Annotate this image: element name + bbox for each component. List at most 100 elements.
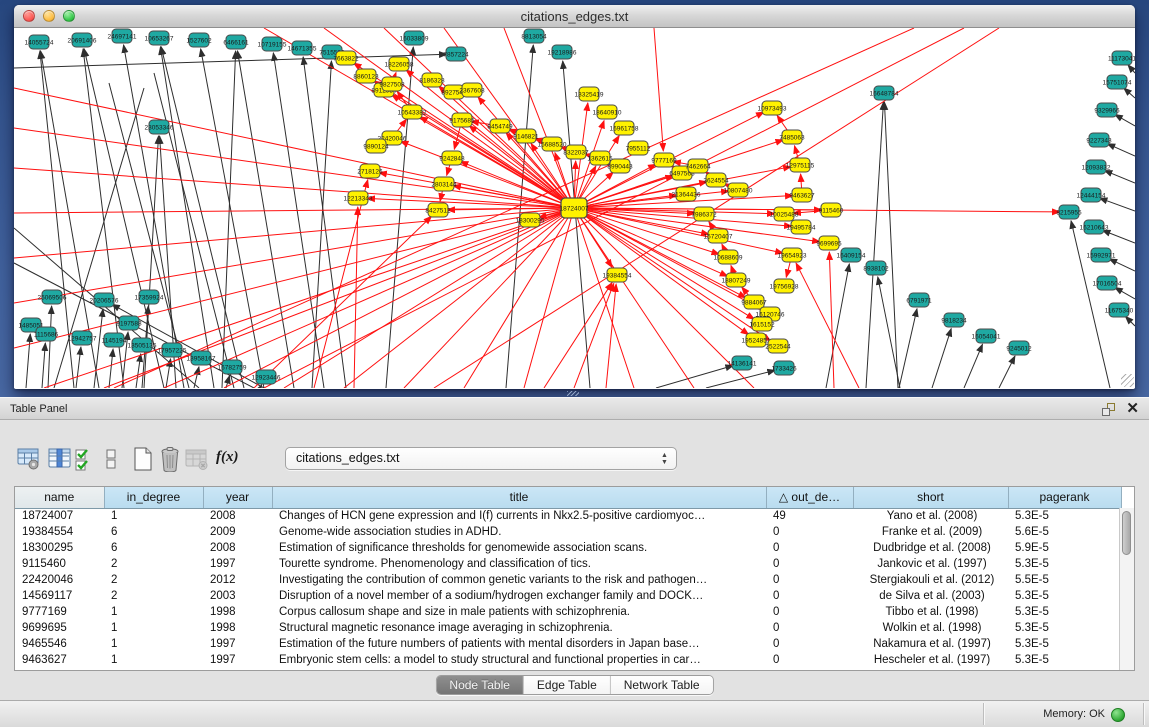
table-cell[interactable]: 1997 xyxy=(203,636,272,652)
table-cell[interactable]: 5.6E-5 xyxy=(1008,524,1121,540)
graph-edge[interactable] xyxy=(312,61,331,388)
table-row[interactable]: 1872400712008Changes of HCN gene express… xyxy=(15,508,1121,524)
graph-edge[interactable] xyxy=(464,208,574,388)
table-cell[interactable]: Changes of HCN gene expression and I(f) … xyxy=(272,508,766,524)
graph-node[interactable]: 7485063 xyxy=(779,130,805,144)
table-cell[interactable]: 0 xyxy=(766,540,853,556)
table-row[interactable]: 1830029562008Estimation of significance … xyxy=(15,540,1121,556)
table-cell[interactable]: 14569117 xyxy=(15,588,104,604)
graph-node[interactable]: 16961758 xyxy=(610,121,639,135)
graph-edge[interactable] xyxy=(1102,230,1135,243)
table-cell[interactable]: 5.3E-5 xyxy=(1008,588,1121,604)
graph-edge[interactable] xyxy=(273,53,324,388)
graph-node[interactable]: 10688609 xyxy=(714,250,743,264)
graph-edge[interactable] xyxy=(344,208,574,388)
graph-edge[interactable] xyxy=(14,208,574,348)
graph-node[interactable]: 14055724 xyxy=(25,35,54,49)
graph-edge[interactable] xyxy=(1109,259,1135,271)
graph-node[interactable]: 18724007 xyxy=(560,198,589,218)
graph-node[interactable]: 8186328 xyxy=(419,73,445,87)
table-cell[interactable]: 9115460 xyxy=(15,556,104,572)
graph-edge[interactable] xyxy=(1099,198,1135,211)
graph-node[interactable]: 19218986 xyxy=(548,45,577,59)
graph-node[interactable]: 9227343 xyxy=(1086,133,1112,147)
table-cell[interactable]: 0 xyxy=(766,572,853,588)
graph-node[interactable]: 7986372 xyxy=(691,207,717,221)
table-cell[interactable]: 9699695 xyxy=(15,620,104,636)
table-cell[interactable]: Genome-wide association studies in ADHD. xyxy=(272,524,766,540)
table-row[interactable]: 977716911998Corpus callosum shape and si… xyxy=(15,604,1121,620)
graph-node[interactable]: 10807480 xyxy=(724,183,753,197)
graph-node[interactable]: 13325419 xyxy=(575,87,604,101)
graph-node[interactable]: 19654923 xyxy=(778,248,807,262)
table-cell[interactable]: 5.5E-5 xyxy=(1008,572,1121,588)
graph-edge[interactable] xyxy=(656,366,733,388)
graph-edge[interactable] xyxy=(14,128,574,208)
graph-node[interactable]: 9777169 xyxy=(651,153,677,167)
graph-node[interactable]: 9329966 xyxy=(1094,103,1120,117)
table-cell[interactable]: Structural magnetic resonance image aver… xyxy=(272,620,766,636)
tab-network-table[interactable]: Network Table xyxy=(611,676,713,694)
table-cell[interactable]: 1 xyxy=(104,508,203,524)
graph-node[interactable]: 16054041 xyxy=(972,329,1001,343)
graph-node[interactable]: 8860123 xyxy=(353,69,379,83)
graph-node[interactable]: 9146821 xyxy=(513,129,539,143)
table-cell[interactable]: 6 xyxy=(104,524,203,540)
table-row[interactable]: 969969511998Structural magnetic resonanc… xyxy=(15,620,1121,636)
graph-edge[interactable] xyxy=(201,49,264,388)
graph-edge[interactable] xyxy=(932,329,951,388)
table-selector-dropdown[interactable]: citations_edges.txt ▲▼ xyxy=(285,447,677,470)
table-cell[interactable]: 5.9E-5 xyxy=(1008,540,1121,556)
graph-edge[interactable] xyxy=(160,47,214,388)
graph-edge[interactable] xyxy=(1115,114,1135,126)
table-cell[interactable]: 1997 xyxy=(203,556,272,572)
table-cell[interactable]: Jankovic et al. (1997) xyxy=(853,556,1008,572)
graph-node[interactable]: 1733426 xyxy=(771,361,797,375)
graph-node[interactable]: 7462664 xyxy=(685,159,711,173)
table-cell[interactable]: 2008 xyxy=(203,540,272,556)
graph-node[interactable]: 6791971 xyxy=(906,293,932,307)
table-cell[interactable]: 9465546 xyxy=(15,636,104,652)
graph-node[interactable]: 9699695 xyxy=(816,236,842,250)
tab-node-table[interactable]: Node Table xyxy=(436,676,524,694)
graph-node[interactable]: 9463627 xyxy=(789,188,815,202)
graph-node[interactable]: 9242848 xyxy=(439,151,465,165)
table-cell[interactable]: 1 xyxy=(104,620,203,636)
table-row[interactable]: 946362711997Embryonic stem cells: a mode… xyxy=(15,652,1121,668)
table-cell[interactable]: Embryonic stem cells: a model to study s… xyxy=(272,652,766,668)
graph-edge[interactable] xyxy=(654,28,663,151)
graph-edge[interactable] xyxy=(42,343,45,388)
table-cell[interactable]: Yano et al. (2008) xyxy=(853,508,1008,524)
column-header-short[interactable]: short xyxy=(853,487,1008,508)
show-columns-icon[interactable] xyxy=(47,446,73,472)
graph-edge[interactable] xyxy=(1107,144,1135,156)
table-cell[interactable]: Tourette syndrome. Phenomenology and cla… xyxy=(272,556,766,572)
table-cell[interactable]: Investigating the contribution of common… xyxy=(272,572,766,588)
graph-node[interactable]: 25069506 xyxy=(38,290,67,304)
table-cell[interactable]: 1 xyxy=(104,652,203,668)
graph-node[interactable]: 10653267 xyxy=(145,31,174,45)
graph-node[interactable]: 17016504 xyxy=(1093,276,1122,290)
column-header-in_degree[interactable]: in_degree xyxy=(104,487,203,508)
graph-edge[interactable] xyxy=(1125,316,1135,326)
graph-edge[interactable] xyxy=(1071,221,1110,388)
table-cell[interactable]: 6 xyxy=(104,540,203,556)
table-cell[interactable]: 22420046 xyxy=(15,572,104,588)
table-cell[interactable]: 5.3E-5 xyxy=(1008,508,1121,524)
graph-node[interactable]: 6466161 xyxy=(223,35,249,49)
table-cell[interactable]: 0 xyxy=(766,556,853,572)
graph-node[interactable]: 1115686 xyxy=(34,327,59,341)
graph-edge[interactable] xyxy=(48,306,52,388)
graph-edge[interactable] xyxy=(706,370,775,388)
float-panel-icon[interactable] xyxy=(1102,403,1115,416)
graph-node[interactable]: 16409154 xyxy=(837,248,866,262)
graph-node[interactable]: 1527602 xyxy=(186,33,212,47)
graph-edge[interactable] xyxy=(563,61,590,388)
graph-node[interactable]: 12444154 xyxy=(1077,188,1106,202)
graph-edge[interactable] xyxy=(1104,170,1135,183)
table-cell[interactable]: 0 xyxy=(766,636,853,652)
table-cell[interactable]: Dudbridge et al. (2008) xyxy=(853,540,1008,556)
create-column-icon[interactable] xyxy=(130,446,156,472)
graph-edge[interactable] xyxy=(109,349,113,388)
window-titlebar[interactable]: citations_edges.txt xyxy=(14,5,1135,28)
